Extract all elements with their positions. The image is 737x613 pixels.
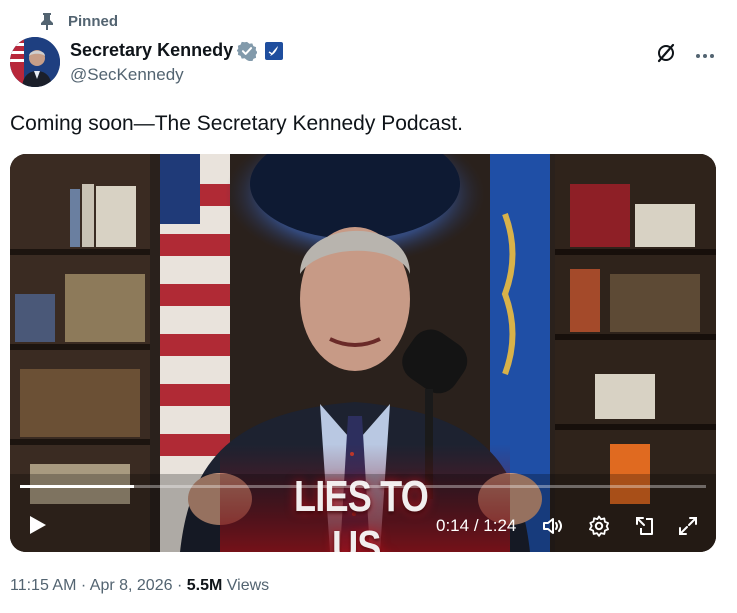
author-info: Secretary Kennedy @SecKennedy <box>70 40 284 85</box>
post-actions-top <box>655 42 715 64</box>
grok-icon[interactable] <box>655 42 677 64</box>
fullscreen-icon[interactable] <box>676 514 700 538</box>
avatar[interactable] <box>10 37 60 87</box>
video-player[interactable]: LIES TO US. 0:14 / 1:24 <box>10 154 716 552</box>
post-time[interactable]: 11:15 AM <box>10 577 76 594</box>
author-handle[interactable]: @SecKennedy <box>70 65 283 85</box>
settings-gear-icon[interactable] <box>587 514 611 538</box>
author-display-name[interactable]: Secretary Kennedy <box>70 40 233 61</box>
pinned-label: Pinned <box>68 12 119 30</box>
play-icon[interactable] <box>26 514 48 536</box>
video-progress-bar[interactable] <box>20 485 706 488</box>
more-options-icon[interactable] <box>695 43 715 63</box>
time-total: 1:24 <box>483 516 517 535</box>
pin-icon <box>40 12 54 30</box>
time-current: 0:14 <box>436 516 470 535</box>
dock-video-icon[interactable] <box>633 514 657 538</box>
post-text: Coming soon—The Secretary Kennedy Podcas… <box>10 112 463 135</box>
video-progress-fill <box>20 485 135 488</box>
time-separator: / <box>469 516 484 535</box>
video-time: 0:14 / 1:24 <box>436 516 516 536</box>
meta-dot: · <box>80 577 87 594</box>
verified-badge-icon[interactable] <box>236 41 258 62</box>
post-meta: 11:15 AM · Apr 8, 2026 · 5.5M Views <box>10 577 269 595</box>
views-count[interactable]: 5.5M <box>187 577 223 594</box>
views-label[interactable]: Views <box>227 577 269 594</box>
video-controls: 0:14 / 1:24 <box>10 506 716 542</box>
volume-icon[interactable] <box>541 514 565 538</box>
meta-dot: · <box>176 577 183 594</box>
hhs-affiliate-badge-icon[interactable] <box>265 41 284 60</box>
post-date[interactable]: Apr 8, 2026 <box>90 577 173 594</box>
pinned-indicator: Pinned <box>40 12 118 30</box>
